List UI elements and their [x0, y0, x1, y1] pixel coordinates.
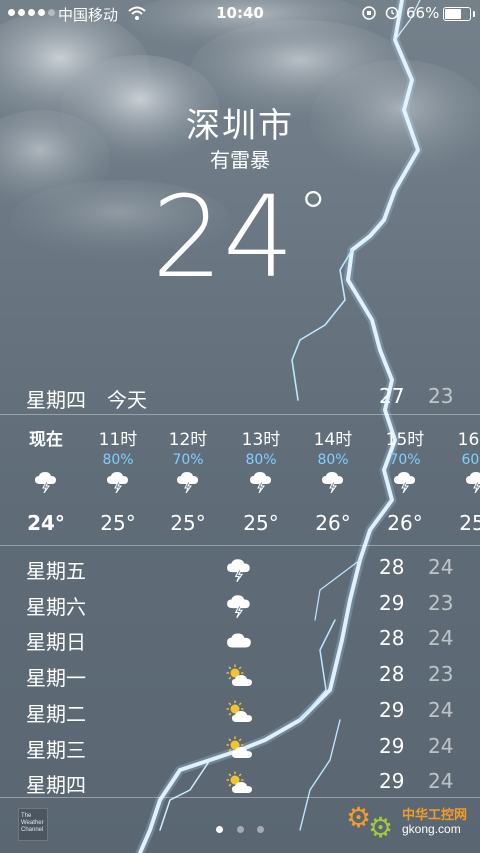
daily-row: 星期三 29 24	[0, 732, 480, 768]
hour-label: 15时	[385, 430, 425, 450]
hour-temperature: 24°	[27, 511, 65, 535]
current-condition: 有雷暴	[210, 148, 270, 172]
page-dot	[216, 826, 224, 833]
alarm-icon	[385, 6, 399, 20]
daily-row: 星期二 29 24	[0, 696, 480, 732]
footer-bar: The Weather Channel ⚙ ⚙ 中华工控网 gkong.com	[0, 798, 480, 853]
partly-sunny-icon	[226, 700, 254, 726]
current-temp-value: 24	[151, 173, 295, 303]
thunderstorm-icon	[226, 557, 254, 583]
hour-temperature: 26°	[387, 511, 423, 535]
hour-temperature: 26°	[315, 511, 351, 535]
thunderstorm-icon	[393, 470, 419, 494]
hour-label: 现在	[29, 430, 63, 450]
divider-top	[0, 414, 480, 415]
gear-icon: ⚙	[368, 811, 394, 844]
page-dot	[236, 826, 244, 833]
degree-symbol: °	[298, 179, 329, 249]
daily-row: 星期六 29 23	[0, 589, 480, 625]
day-low: 23	[428, 590, 454, 615]
today-high: 27	[379, 384, 405, 408]
hour-label: 16时	[457, 430, 480, 450]
day-high: 29	[379, 697, 405, 722]
day-low: 24	[428, 697, 454, 722]
hour-temperature: 25°	[100, 511, 136, 535]
precip-chance: 80%	[102, 452, 134, 468]
hour-temperature: 25°	[170, 511, 206, 535]
hour-label: 12时	[168, 430, 208, 450]
hour-label: 13时	[241, 430, 281, 450]
hour-temperature: 25°	[243, 511, 279, 535]
thunderstorm-icon	[106, 470, 132, 494]
hourly-forecast-strip[interactable]: 现在 24° 11时 80% 25° 12时 70% 25° 13时 80% 25° 14时 80% 26…	[0, 416, 480, 544]
divider-middle	[0, 545, 480, 546]
precip-chance: 70%	[389, 452, 421, 468]
day-high: 29	[379, 733, 405, 758]
day-high: 28	[379, 555, 405, 579]
thunderstorm-icon	[465, 470, 480, 494]
day-low: 24	[428, 626, 454, 651]
page-dot	[256, 826, 264, 833]
hour-label: 14时	[313, 430, 353, 450]
precip-chance: 60%	[461, 452, 480, 468]
precip-chance: 80%	[317, 452, 349, 468]
day-name: 星期二	[26, 701, 86, 726]
watermark-title: 中华工控网	[402, 808, 468, 823]
day-low: 24	[428, 769, 454, 794]
today-summary-row: 星期四 今天 27 23	[0, 384, 480, 414]
precip-chance: 70%	[172, 452, 204, 468]
hour-temperature: 25°	[459, 511, 480, 535]
today-label: 今天	[107, 388, 147, 412]
day-name: 星期五	[26, 559, 86, 583]
partly-sunny-icon	[226, 736, 254, 762]
partly-sunny-icon	[226, 771, 254, 797]
watermark-site: gkong.com	[402, 822, 461, 836]
thunderstorm-icon	[226, 593, 254, 619]
watermark: ⚙ ⚙ 中华工控网 gkong.com	[344, 800, 474, 846]
day-high: 28	[379, 626, 405, 651]
day-low: 24	[428, 733, 454, 758]
thunderstorm-icon	[176, 470, 202, 494]
today-low: 23	[428, 384, 454, 408]
hour-label: 11时	[98, 430, 138, 450]
thunderstorm-icon	[34, 470, 60, 494]
city-name: 深圳市	[186, 106, 294, 146]
thunderstorm-icon	[249, 470, 275, 494]
day-high: 29	[379, 769, 405, 794]
battery-icon	[443, 7, 475, 21]
daily-row: 星期日 28 24	[0, 624, 480, 660]
day-name: 星期一	[26, 666, 86, 691]
day-high: 28	[379, 662, 405, 687]
current-temperature: 24°	[0, 178, 480, 316]
day-name: 星期六	[26, 594, 86, 619]
day-low: 24	[428, 555, 454, 579]
precip-chance: 80%	[245, 452, 277, 468]
partly-sunny-icon	[226, 664, 254, 690]
cloud-icon	[226, 628, 254, 654]
day-name: 星期四	[26, 773, 86, 798]
today-day: 星期四	[26, 388, 86, 412]
orientation-lock-icon	[362, 6, 376, 20]
day-low: 23	[428, 662, 454, 687]
thunderstorm-icon	[321, 470, 347, 494]
day-name: 星期三	[26, 737, 86, 762]
daily-row: 星期一 28 23	[0, 660, 480, 696]
daily-row: 星期五 28 24	[0, 553, 480, 589]
day-name: 星期日	[26, 630, 86, 655]
day-high: 29	[379, 590, 405, 615]
status-bar: 中国移动 10:40 66%	[0, 0, 480, 28]
battery-percent: 66%	[406, 4, 440, 22]
